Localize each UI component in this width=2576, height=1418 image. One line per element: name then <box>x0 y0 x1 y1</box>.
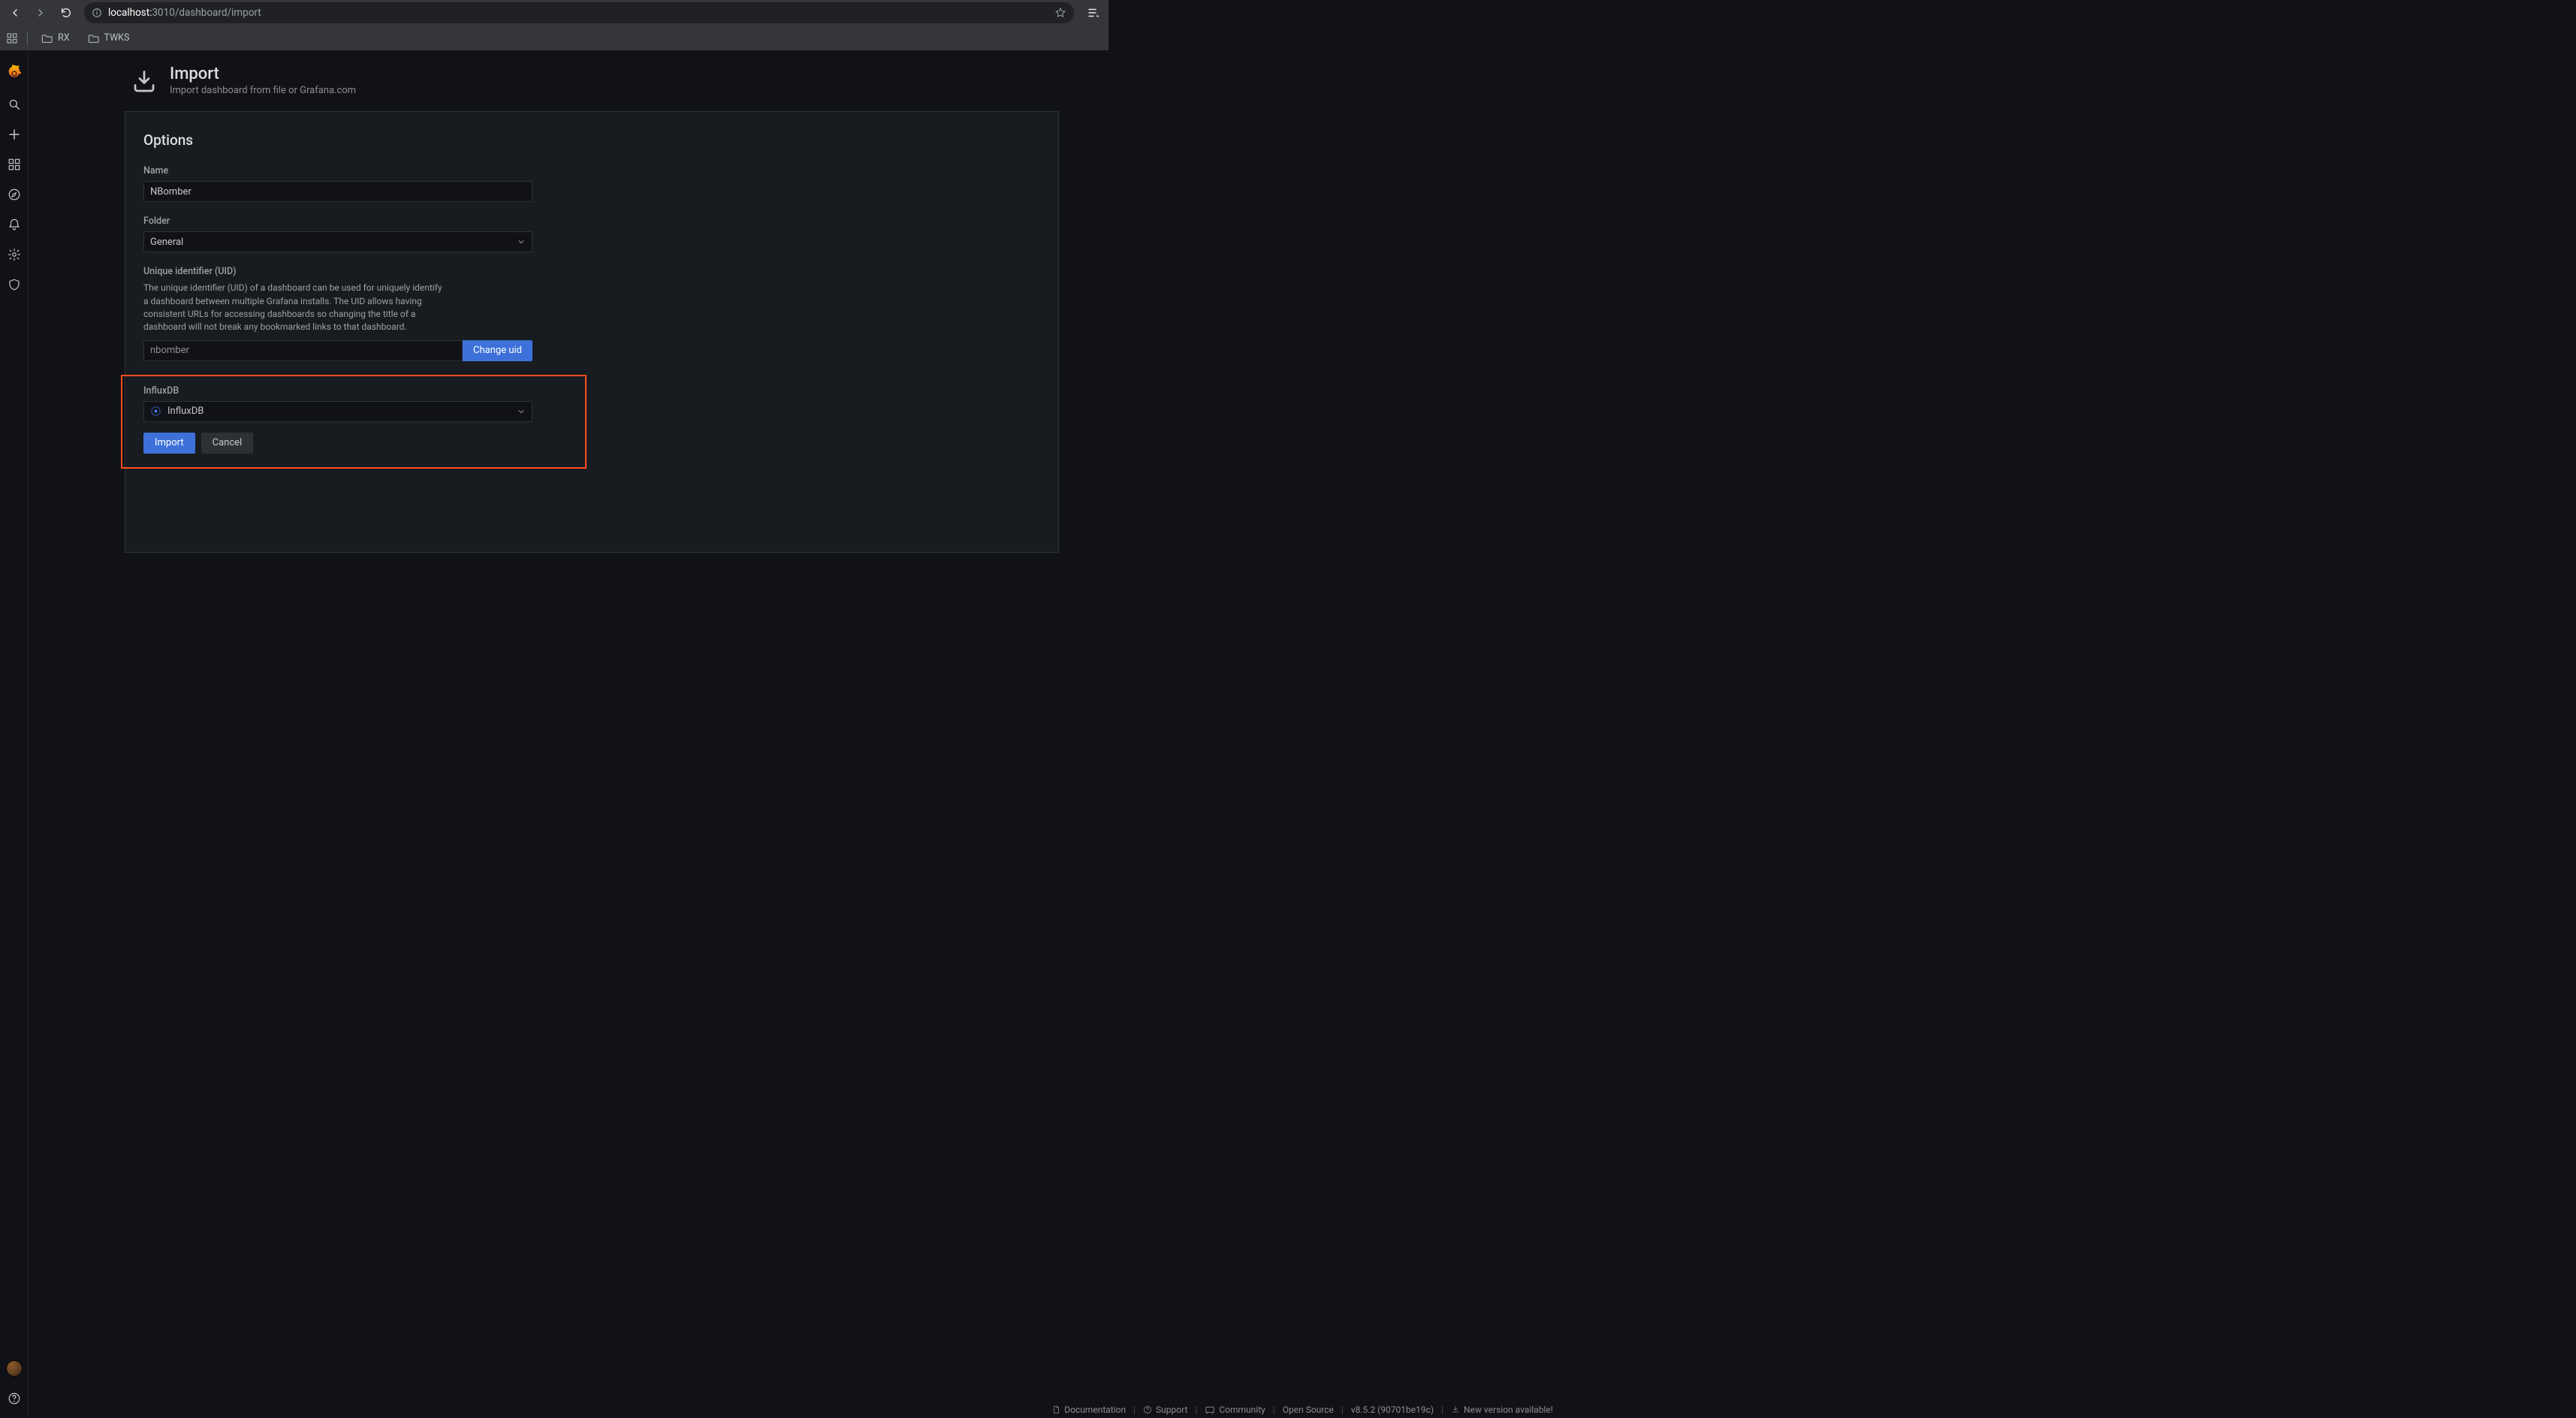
options-panel: Options Name NBomber Folder General Uniq… <box>125 111 1059 553</box>
influxdb-icon <box>150 406 161 417</box>
folder-select[interactable]: General <box>143 231 532 252</box>
bookmark-folder-rx[interactable]: RX <box>37 29 74 47</box>
folder-value: General <box>150 237 183 248</box>
name-label: Name <box>143 165 1040 176</box>
site-info-icon[interactable] <box>92 8 102 18</box>
url-path: 3010/dashboard/import <box>152 7 261 19</box>
import-icon <box>131 68 156 94</box>
uid-input[interactable]: nbomber <box>143 340 463 361</box>
create-icon[interactable] <box>0 119 29 149</box>
user-avatar[interactable] <box>0 1353 29 1383</box>
bookmark-label: RX <box>58 32 70 44</box>
uid-description: The unique identifier (UID) of a dashboa… <box>143 282 445 334</box>
divider <box>27 32 28 45</box>
chevron-down-icon <box>517 237 526 246</box>
apps-icon[interactable] <box>6 32 18 44</box>
datasource-value: InfluxDB <box>167 406 204 417</box>
bookmark-folder-twks[interactable]: TWKS <box>83 29 134 47</box>
footer-version: v8.5.2 (90701be19c) <box>1351 1404 1434 1415</box>
grafana-logo[interactable] <box>6 56 23 89</box>
browser-toolbar: localhost:3010/dashboard/import <box>0 0 1109 26</box>
help-icon[interactable] <box>0 1383 29 1413</box>
name-input[interactable]: NBomber <box>143 181 532 202</box>
footer-new-version[interactable]: New version available! <box>1451 1404 1553 1415</box>
footer-support[interactable]: Support <box>1143 1404 1187 1415</box>
bookmark-label: TWKS <box>104 32 130 44</box>
bookmarks-bar: RX TWKS <box>0 26 1109 50</box>
panel-heading: Options <box>143 131 1040 149</box>
page-subtitle: Import dashboard from file or Grafana.co… <box>170 85 356 96</box>
cancel-button[interactable]: Cancel <box>201 433 254 454</box>
alerting-icon[interactable] <box>0 210 29 240</box>
dashboards-icon[interactable] <box>0 149 29 180</box>
search-icon[interactable] <box>0 89 29 119</box>
omnibox[interactable]: localhost:3010/dashboard/import <box>84 2 1074 23</box>
media-control-icon[interactable] <box>1083 2 1104 23</box>
star-icon[interactable] <box>1054 7 1066 19</box>
server-admin-icon[interactable] <box>0 270 29 300</box>
page-title: Import <box>170 65 356 83</box>
uid-label: Unique identifier (UID) <box>143 266 1040 277</box>
footer-opensource[interactable]: Open Source <box>1283 1404 1334 1415</box>
sidebar <box>0 50 29 1418</box>
annotation-highlight: InfluxDB InfluxDB Import <box>121 375 587 469</box>
datasource-select[interactable]: InfluxDB <box>143 401 532 422</box>
change-uid-button[interactable]: Change uid <box>463 340 532 361</box>
footer-community[interactable]: Community <box>1205 1404 1265 1415</box>
import-button[interactable]: Import <box>143 433 195 454</box>
forward-button[interactable] <box>30 2 51 23</box>
page-header: Import Import dashboard from file or Gra… <box>131 65 1059 96</box>
chevron-down-icon <box>517 407 526 416</box>
configuration-icon[interactable] <box>0 240 29 270</box>
reload-button[interactable] <box>56 2 77 23</box>
folder-label: Folder <box>143 216 1040 227</box>
url-host: localhost: <box>108 7 152 19</box>
footer-documentation[interactable]: Documentation <box>1051 1404 1126 1415</box>
back-button[interactable] <box>5 2 26 23</box>
url-display: localhost:3010/dashboard/import <box>108 7 261 19</box>
datasource-label: InfluxDB <box>143 385 564 397</box>
explore-icon[interactable] <box>0 180 29 210</box>
footer: Documentation | Support | Community | Op… <box>29 1404 2576 1415</box>
